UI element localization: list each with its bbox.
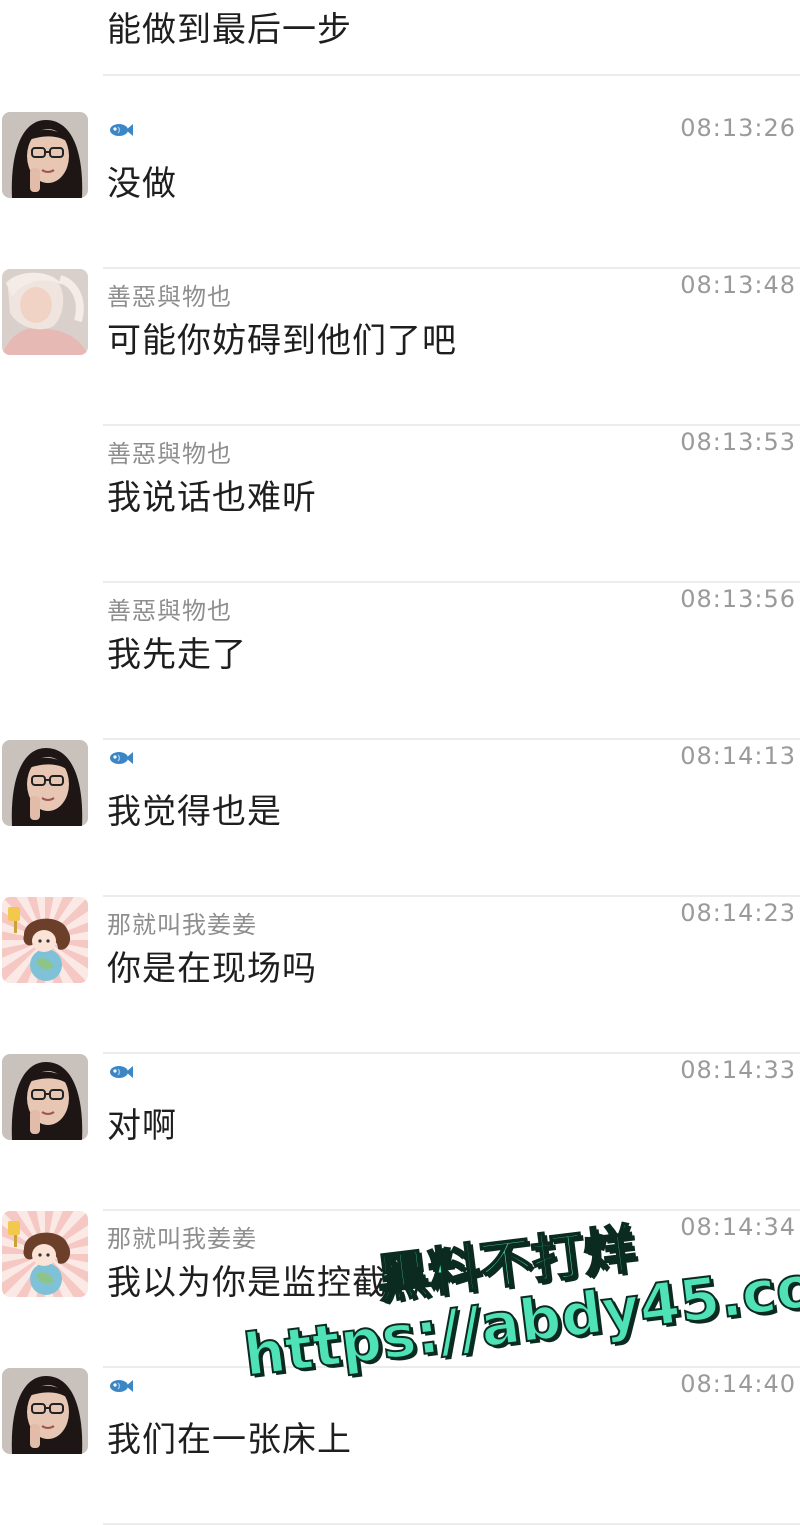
chat-message[interactable]: 08:14:13 我觉得也是: [0, 740, 800, 897]
message-text: 可能你妨碍到他们了吧: [107, 321, 457, 361]
message-time: 08:13:53: [680, 428, 796, 456]
woman-pink-avatar[interactable]: [2, 269, 88, 355]
message-time: 08:14:40: [680, 1370, 796, 1398]
message-text: 我们在一张床上: [107, 1420, 352, 1460]
cartoon-girl-avatar[interactable]: [2, 897, 88, 983]
message-text: 我先走了: [107, 635, 247, 675]
message-time: 08:14:33: [680, 1056, 796, 1084]
message-text: 没做: [107, 164, 177, 204]
chat-message[interactable]: 08:13:26 没做: [0, 112, 800, 269]
message-time: 08:13:26: [680, 114, 796, 142]
fish-icon: [107, 1378, 133, 1394]
message-time: 08:13:56: [680, 585, 796, 613]
message-text: 你是在现场吗: [107, 949, 317, 989]
chat-message[interactable]: 善惡與物也 08:13:56 我先走了: [0, 583, 800, 740]
sender-name[interactable]: 那就叫我姜姜: [107, 1219, 257, 1254]
message-time: 08:13:48: [680, 271, 796, 299]
woman-glasses-avatar[interactable]: [2, 1054, 88, 1140]
message-text: 能做到最后一步: [107, 10, 352, 50]
chat-message[interactable]: 那就叫我姜姜 08:14:23 你是在现场吗: [0, 897, 800, 1054]
sender-name[interactable]: 善惡與物也: [107, 277, 232, 312]
woman-glasses-avatar[interactable]: [2, 740, 88, 826]
chat-message[interactable]: 08:14:40 我们在一张床上: [0, 1368, 800, 1525]
fish-icon: [107, 122, 133, 138]
fish-icon: [107, 750, 133, 766]
message-text: 我觉得也是: [107, 792, 282, 832]
chat-message[interactable]: 善惡與物也 08:13:53 我说话也难听: [0, 426, 800, 583]
sender-name[interactable]: 善惡與物也: [107, 591, 232, 626]
chat-message-partial[interactable]: 能做到最后一步: [0, 0, 800, 76]
sender-name[interactable]: 那就叫我姜姜: [107, 905, 257, 940]
woman-glasses-avatar[interactable]: [2, 1368, 88, 1454]
message-text: 对啊: [107, 1106, 177, 1146]
message-time: 08:14:13: [680, 742, 796, 770]
message-time: 08:14:23: [680, 899, 796, 927]
fish-icon: [107, 1064, 133, 1080]
sender-name[interactable]: 善惡與物也: [107, 434, 232, 469]
message-text: 我说话也难听: [107, 478, 317, 518]
chat-message[interactable]: 08:14:33 对啊: [0, 1054, 800, 1211]
cartoon-girl-avatar[interactable]: [2, 1211, 88, 1297]
woman-glasses-avatar[interactable]: [2, 112, 88, 198]
message-time: 08:14:34: [680, 1213, 796, 1241]
chat-message[interactable]: 善惡與物也 08:13:48 可能你妨碍到他们了吧: [0, 269, 800, 426]
divider: [103, 74, 800, 76]
